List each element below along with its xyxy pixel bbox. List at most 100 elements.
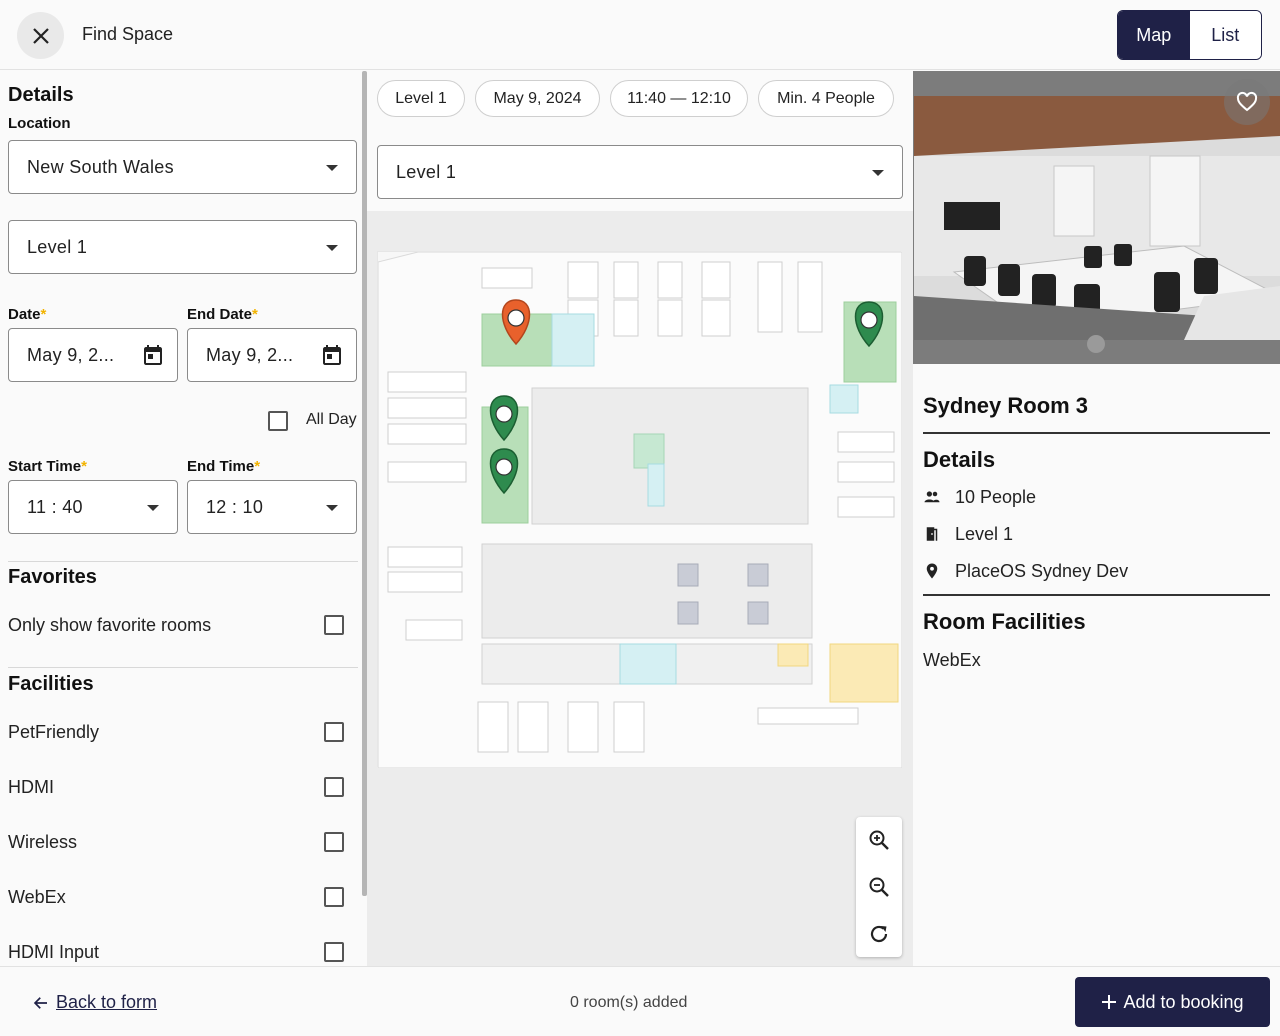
facility-label: HDMI bbox=[8, 776, 54, 797]
all-day-label: All Day bbox=[306, 411, 357, 428]
facility-row[interactable]: HDMI bbox=[8, 772, 358, 802]
people-icon bbox=[924, 491, 940, 503]
end-date-value: May 9, 2... bbox=[206, 344, 294, 365]
end-date-label: End Date* bbox=[187, 306, 258, 323]
chevron-down-icon bbox=[326, 245, 338, 251]
arrow-left-icon bbox=[33, 996, 47, 1009]
reset-view-button[interactable] bbox=[856, 911, 902, 957]
footer-bar: Back to form 0 room(s) added Add to book… bbox=[0, 966, 1280, 1036]
floor-plan bbox=[377, 251, 903, 769]
all-day-checkbox[interactable] bbox=[268, 411, 288, 431]
favorite-button[interactable] bbox=[1224, 79, 1270, 125]
zoom-in-icon bbox=[869, 830, 889, 850]
date-label: Date* bbox=[8, 306, 47, 323]
calendar-icon[interactable] bbox=[320, 343, 344, 367]
facility-checkbox[interactable] bbox=[324, 832, 344, 852]
facility-row[interactable]: WebEx bbox=[8, 882, 358, 912]
chevron-down-icon bbox=[872, 170, 884, 176]
map-view-button[interactable]: Map bbox=[1118, 11, 1190, 59]
room-details-heading: Details bbox=[923, 447, 996, 472]
chevron-down-icon bbox=[326, 165, 338, 171]
date-value: May 9, 2... bbox=[27, 344, 115, 365]
level-value: Level 1 bbox=[955, 523, 1014, 544]
zoom-in-button[interactable] bbox=[856, 817, 902, 863]
floor-map[interactable] bbox=[377, 251, 903, 769]
zoom-out-button[interactable] bbox=[856, 864, 902, 910]
rooms-added-status: 0 room(s) added bbox=[570, 994, 688, 1011]
building-value: PlaceOS Sydney Dev bbox=[955, 560, 1129, 581]
chip-level[interactable]: Level 1 bbox=[377, 80, 465, 117]
end-time-label: End Time* bbox=[187, 458, 261, 475]
close-button[interactable] bbox=[17, 12, 64, 59]
facility-label: PetFriendly bbox=[8, 721, 100, 742]
location-value: New South Wales bbox=[27, 156, 174, 177]
back-to-form-label: Back to form bbox=[56, 992, 158, 1012]
favorites-heading: Favorites bbox=[8, 566, 97, 588]
end-date-field[interactable]: May 9, 2... bbox=[187, 328, 357, 382]
calendar-icon[interactable] bbox=[141, 343, 165, 367]
location-pin-icon bbox=[926, 563, 938, 579]
divider bbox=[923, 432, 1270, 434]
filter-chip-bar: Level 1 May 9, 2024 11:40 — 12:10 Min. 4… bbox=[367, 71, 913, 211]
facility-checkbox[interactable] bbox=[324, 887, 344, 907]
start-time-select[interactable]: 11 : 40 bbox=[8, 480, 178, 534]
start-time-label: Start Time* bbox=[8, 458, 87, 475]
only-favorites-checkbox[interactable] bbox=[324, 615, 344, 635]
required-marker: * bbox=[40, 306, 47, 323]
room-photo-carousel[interactable] bbox=[913, 71, 1280, 364]
facility-checkbox[interactable] bbox=[324, 722, 344, 742]
building-row: PlaceOS Sydney Dev bbox=[923, 559, 1128, 583]
required-marker: * bbox=[252, 306, 258, 323]
required-marker: * bbox=[254, 458, 261, 475]
room-photo bbox=[914, 96, 1280, 340]
only-favorites-row[interactable]: Only show favorite rooms bbox=[8, 610, 358, 640]
facility-checkbox[interactable] bbox=[324, 777, 344, 797]
date-field[interactable]: May 9, 2... bbox=[8, 328, 178, 382]
back-to-form-link[interactable]: Back to form bbox=[32, 992, 157, 1013]
zoom-out-icon bbox=[869, 877, 889, 897]
end-time-select[interactable]: 12 : 10 bbox=[187, 480, 357, 534]
facility-label: Wireless bbox=[8, 831, 78, 852]
level-select[interactable]: Level 1 bbox=[8, 220, 357, 274]
details-heading: Details bbox=[8, 84, 74, 106]
facility-row[interactable]: Wireless bbox=[8, 827, 358, 857]
facility-label: HDMI Input bbox=[8, 941, 100, 962]
room-facilities-heading: Room Facilities bbox=[923, 609, 1086, 634]
map-zoom-controls bbox=[856, 817, 902, 957]
chip-time[interactable]: 11:40 — 12:10 bbox=[610, 80, 748, 117]
chip-people[interactable]: Min. 4 People bbox=[758, 80, 894, 117]
facility-row[interactable]: HDMI Input bbox=[8, 937, 358, 966]
carousel-dot[interactable] bbox=[1087, 335, 1105, 353]
refresh-icon bbox=[870, 925, 888, 943]
list-view-button[interactable]: List bbox=[1189, 11, 1261, 59]
map-level-value: Level 1 bbox=[396, 161, 457, 182]
filter-panel: Details Location New South Wales Level 1… bbox=[0, 71, 362, 966]
page-title: Find Space bbox=[82, 24, 174, 44]
start-time-value: 11 : 40 bbox=[27, 496, 83, 517]
end-time-value: 12 : 10 bbox=[206, 496, 264, 517]
room-facilities-value: WebEx bbox=[923, 650, 981, 670]
map-level-select[interactable]: Level 1 bbox=[377, 145, 903, 199]
facility-row[interactable]: PetFriendly bbox=[8, 717, 358, 747]
add-to-booking-button[interactable]: Add to booking bbox=[1075, 977, 1270, 1027]
level-value: Level 1 bbox=[27, 236, 88, 257]
add-to-booking-label: Add to booking bbox=[1123, 991, 1244, 1012]
divider bbox=[8, 561, 358, 562]
view-toggle: Map List bbox=[1117, 10, 1262, 60]
app-header: Find Space Map List bbox=[0, 0, 1280, 70]
chevron-down-icon bbox=[326, 505, 338, 511]
chip-date[interactable]: May 9, 2024 bbox=[475, 80, 600, 117]
location-select[interactable]: New South Wales bbox=[8, 140, 357, 194]
map-panel: Level 1 May 9, 2024 11:40 — 12:10 Min. 4… bbox=[367, 71, 913, 966]
facility-checkbox[interactable] bbox=[324, 942, 344, 962]
required-marker: * bbox=[81, 458, 87, 475]
door-icon bbox=[926, 527, 938, 541]
facility-label: WebEx bbox=[8, 886, 66, 907]
divider bbox=[8, 667, 358, 668]
facilities-heading: Facilities bbox=[8, 673, 94, 695]
only-favorites-label: Only show favorite rooms bbox=[8, 614, 212, 635]
capacity-row: 10 People bbox=[923, 485, 1036, 509]
room-detail-panel: Sydney Room 3 Details 10 People Level 1 … bbox=[913, 71, 1280, 966]
level-row: Level 1 bbox=[923, 522, 1013, 546]
plus-icon bbox=[1102, 995, 1117, 1009]
